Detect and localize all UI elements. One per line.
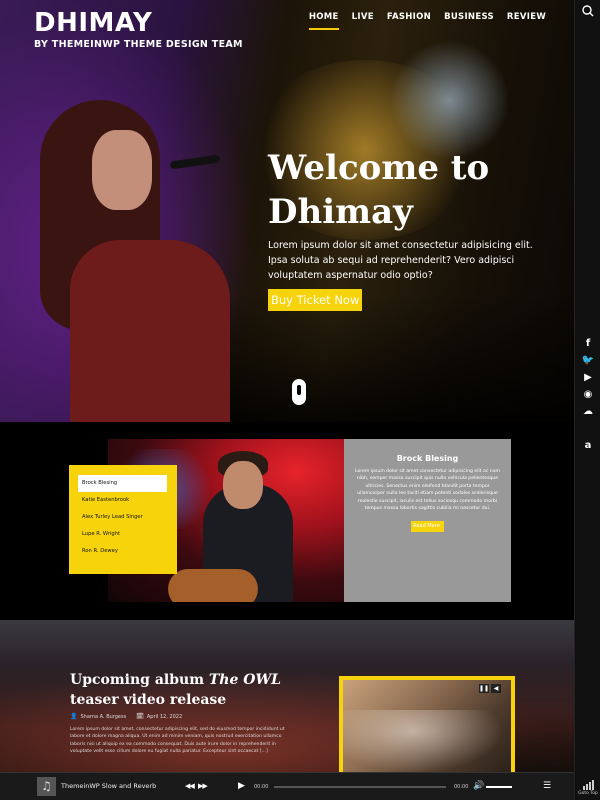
- singer-image: [30, 90, 230, 422]
- spotify-icon[interactable]: ◉: [584, 389, 593, 401]
- spotlight: [390, 40, 510, 160]
- post-date: 🗓 April 12, 2022: [136, 713, 182, 720]
- buy-ticket-button[interactable]: Buy Ticket Now: [268, 289, 363, 311]
- scroll-down-icon[interactable]: [292, 379, 306, 405]
- teaser-video[interactable]: ❚❚ ◀: [339, 676, 515, 772]
- post-author[interactable]: 👤 Sharna A. Burgess: [70, 713, 126, 720]
- artist-list-item[interactable]: Alex Turley Lead Singer: [78, 509, 167, 526]
- right-sidebar: f 🐦 ▶ ◉ ☁ a Goto Top: [574, 0, 600, 800]
- audio-player: ♫ ThemeinWP Slow and Reverb ◀◀ ▶▶ ▶ 00:0…: [0, 772, 574, 800]
- video-controls: ❚❚ ◀: [479, 684, 501, 693]
- nav-item-review[interactable]: REVIEW: [507, 12, 546, 30]
- search-icon[interactable]: [580, 3, 596, 19]
- youtube-icon[interactable]: ▶: [584, 372, 592, 384]
- play-icon[interactable]: ▶: [238, 781, 245, 791]
- post-excerpt: Lorem ipsum dolor sit amet, consectetur …: [70, 727, 285, 755]
- video-thumbnail: [343, 710, 511, 772]
- main-nav: HOME LIVE FASHION BUSINESS REVIEW: [308, 12, 546, 30]
- site-title[interactable]: DHIMAY: [34, 8, 152, 38]
- volume-slider[interactable]: [486, 786, 512, 788]
- amazon-icon[interactable]: a: [585, 440, 592, 452]
- crowd-silhouette: [170, 292, 574, 422]
- site-tagline: BY THEMEINWP THEME DESIGN TEAM: [34, 39, 243, 50]
- hero-section: DHIMAY BY THEMEINWP THEME DESIGN TEAM HO…: [0, 0, 574, 422]
- artists-section: Brock Blesing Lorem ipsum dolor sit amet…: [0, 422, 574, 620]
- facebook-icon[interactable]: f: [586, 338, 590, 350]
- social-links: f 🐦 ▶ ◉ ☁ a: [575, 338, 600, 452]
- album-title-name: The OWL: [208, 672, 282, 688]
- artist-info-panel: Brock Blesing Lorem ipsum dolor sit amet…: [344, 439, 511, 602]
- track-title: ThemeinWP Slow and Reverb: [61, 782, 157, 790]
- nav-item-home[interactable]: HOME: [308, 12, 339, 30]
- album-post-title[interactable]: Upcoming album The OWL teaser video rele…: [70, 670, 300, 710]
- hero-text: Lorem ipsum dolor sit amet consectetur a…: [268, 240, 533, 281]
- date-text: April 12, 2022: [146, 714, 183, 720]
- current-time: 00:00: [254, 784, 269, 790]
- pause-icon[interactable]: ❚❚: [479, 684, 489, 693]
- hero-heading: Welcome to Dhimay: [268, 148, 490, 232]
- progress-bar[interactable]: [274, 786, 446, 788]
- artist-list-item[interactable]: Ron R. Dewey: [78, 543, 167, 560]
- music-note-icon: ♫: [37, 777, 56, 796]
- go-to-top[interactable]: Goto Top: [577, 780, 599, 796]
- album-title-suffix: teaser video release: [70, 692, 227, 708]
- volume-icon[interactable]: 🔊: [473, 781, 484, 791]
- previous-track-icon[interactable]: ◀◀: [185, 782, 195, 790]
- artist-list-item[interactable]: Brock Blesing: [78, 475, 167, 492]
- total-time: 00:00: [454, 784, 469, 790]
- post-meta: 👤 Sharna A. Burgess 🗓 April 12, 2022: [70, 713, 182, 720]
- buy-ticket-label: Buy Ticket Now: [271, 293, 360, 307]
- album-section: Upcoming album The OWL teaser video rele…: [0, 620, 574, 772]
- album-title-prefix: Upcoming album: [70, 672, 209, 688]
- artist-list: Brock Blesing Katie Eastenbrook Alex Tur…: [69, 465, 177, 574]
- user-icon: 👤: [70, 713, 78, 720]
- author-name: Sharna A. Burgess: [80, 714, 127, 720]
- playlist-icon[interactable]: ☰: [543, 781, 551, 791]
- twitter-icon[interactable]: 🐦: [582, 355, 594, 367]
- calendar-icon: 🗓: [136, 713, 144, 720]
- soundcloud-icon[interactable]: ☁: [583, 406, 593, 418]
- artist-bio: Lorem ipsum dolor sit amet consectetur a…: [354, 469, 501, 512]
- artist-list-item[interactable]: Katie Eastenbrook: [78, 492, 167, 509]
- artist-list-item[interactable]: Lupe R. Wright: [78, 526, 167, 543]
- mute-icon[interactable]: ◀: [491, 684, 501, 693]
- go-top-label: Goto Top: [578, 791, 598, 796]
- nav-item-live[interactable]: LIVE: [352, 12, 374, 30]
- artist-name: Brock Blesing: [396, 454, 459, 463]
- read-more-button[interactable]: Read More: [411, 521, 444, 533]
- go-top-icon: [577, 780, 599, 790]
- nav-item-fashion[interactable]: FASHION: [387, 12, 431, 30]
- nav-item-business[interactable]: BUSINESS: [444, 12, 494, 30]
- next-track-icon[interactable]: ▶▶: [198, 782, 208, 790]
